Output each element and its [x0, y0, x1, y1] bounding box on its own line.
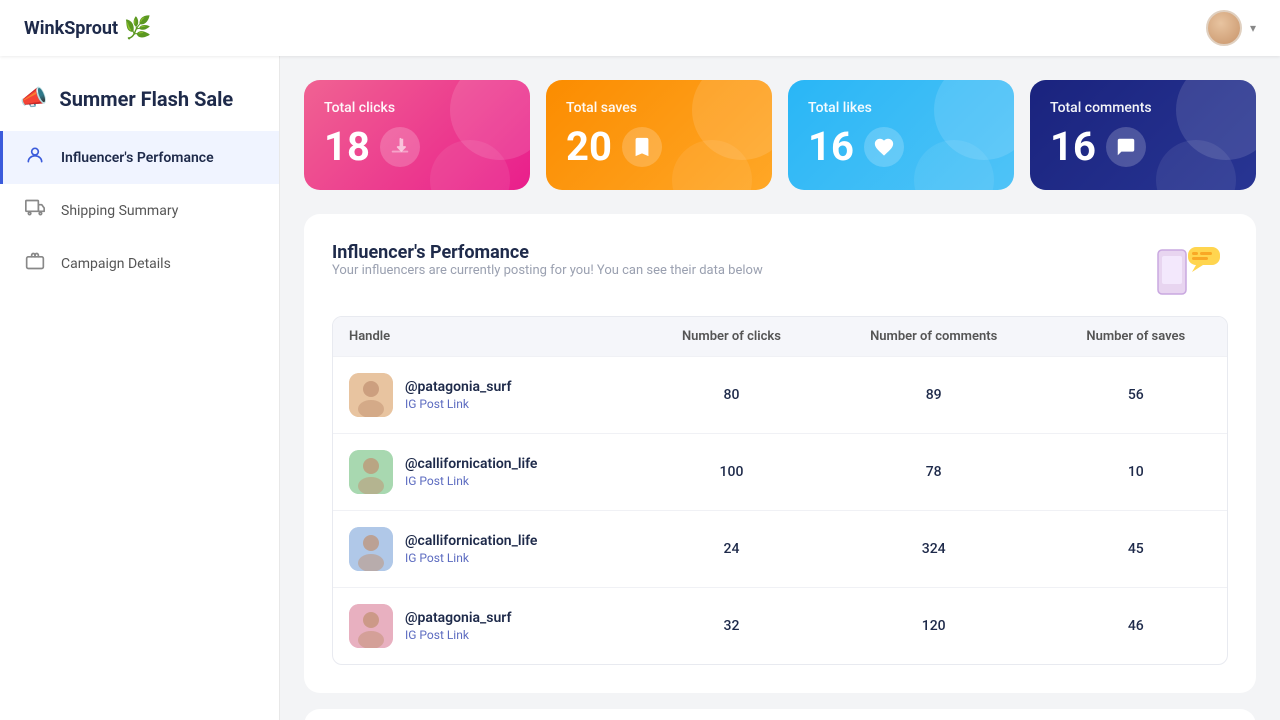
shipping-icon — [23, 198, 47, 223]
table-header-row: Handle Number of clicks Number of commen… — [333, 317, 1227, 357]
influencer-cell-3: @patagonia_surf IG Post Link — [333, 588, 640, 665]
saves-cell-2: 45 — [1045, 511, 1227, 588]
table-row: @callifornication_life IG Post Link 100 … — [333, 434, 1227, 511]
stat-label-saves: Total saves — [566, 100, 752, 116]
influencer-table: Handle Number of clicks Number of commen… — [332, 316, 1228, 665]
payments-panel: Influencer Payments Here are all your ea… — [304, 709, 1256, 720]
user-menu[interactable]: ▾ — [1206, 10, 1256, 46]
influencer-cell-2: @callifornication_life IG Post Link — [333, 511, 640, 588]
ig-post-link-3[interactable]: IG Post Link — [405, 628, 511, 642]
clicks-cell-3: 32 — [640, 588, 823, 665]
panel-subtitle: Your influencers are currently posting f… — [332, 263, 763, 278]
saves-icon-circle — [622, 127, 662, 167]
chevron-down-icon: ▾ — [1250, 21, 1256, 35]
sidebar: 📣 Summer Flash Sale Influencer's Perfoma… — [0, 56, 280, 720]
influencer-avatar-2 — [349, 527, 393, 571]
comments-cell-0: 89 — [823, 357, 1045, 434]
sidebar-item-campaign-details[interactable]: Campaign Details — [0, 237, 279, 290]
table-row: @patagonia_surf IG Post Link 80 89 56 — [333, 357, 1227, 434]
col-header-saves: Number of saves — [1045, 317, 1227, 357]
stat-value-likes: 16 — [808, 123, 854, 170]
saves-cell-3: 46 — [1045, 588, 1227, 665]
comments-cell-2: 324 — [823, 511, 1045, 588]
influencer-avatar-0 — [349, 373, 393, 417]
clicks-cell-0: 80 — [640, 357, 823, 434]
campaign-header: 📣 Summer Flash Sale — [0, 76, 279, 131]
saves-cell-1: 10 — [1045, 434, 1227, 511]
panel-title: Influencer's Perfomance — [332, 242, 763, 263]
stat-card-saves: Total saves 20 — [546, 80, 772, 190]
clicks-cell-1: 100 — [640, 434, 823, 511]
clicks-icon-circle — [380, 127, 420, 167]
stat-label-comments: Total comments — [1050, 100, 1236, 116]
likes-icon-circle — [864, 127, 904, 167]
performance-panel: Influencer's Perfomance Your influencers… — [304, 214, 1256, 693]
influencer-avatar-3 — [349, 604, 393, 648]
stats-row: Total clicks 18 Total saves 20 — [304, 80, 1256, 190]
logo: WinkSprout 🌿 — [24, 16, 152, 41]
influencer-cell-0: @patagonia_surf IG Post Link — [333, 357, 640, 434]
comments-icon-circle — [1106, 127, 1146, 167]
ig-post-link-1[interactable]: IG Post Link — [405, 474, 537, 488]
avatar — [1206, 10, 1242, 46]
sidebar-item-influencer-performance[interactable]: Influencer's Perfomance — [0, 131, 279, 184]
influencer-name-2: @callifornication_life — [405, 533, 537, 549]
influencer-avatar-1 — [349, 450, 393, 494]
clicks-cell-2: 24 — [640, 511, 823, 588]
stat-value-saves: 20 — [566, 123, 612, 170]
sidebar-item-shipping-summary[interactable]: Shipping Summary — [0, 184, 279, 237]
logo-text: WinkSprout — [24, 18, 118, 39]
comments-cell-1: 78 — [823, 434, 1045, 511]
ig-post-link-2[interactable]: IG Post Link — [405, 551, 537, 565]
panel-header: Influencer's Perfomance Your influencers… — [332, 242, 1228, 310]
logo-leaf-icon: 🌿 — [124, 16, 151, 41]
influencer-name-1: @callifornication_life — [405, 456, 537, 472]
campaign-title: Summer Flash Sale — [59, 87, 233, 111]
layout: 📣 Summer Flash Sale Influencer's Perfoma… — [0, 56, 1280, 720]
stat-card-likes: Total likes 16 — [788, 80, 1014, 190]
topbar: WinkSprout 🌿 ▾ — [0, 0, 1280, 56]
stat-card-comments: Total comments 16 — [1030, 80, 1256, 190]
campaign-icon: 📣 — [20, 86, 47, 111]
panel-header-left: Influencer's Perfomance Your influencers… — [332, 242, 763, 298]
campaign-details-icon — [23, 251, 47, 276]
stat-label-clicks: Total clicks — [324, 100, 510, 116]
influencer-name-3: @patagonia_surf — [405, 610, 511, 626]
influencer-name-0: @patagonia_surf — [405, 379, 511, 395]
col-header-comments: Number of comments — [823, 317, 1045, 357]
sidebar-item-label-shipping: Shipping Summary — [61, 203, 178, 219]
panel-illustration — [1148, 242, 1228, 310]
influencer-icon — [23, 145, 47, 170]
col-header-clicks: Number of clicks — [640, 317, 823, 357]
sidebar-item-label-campaign: Campaign Details — [61, 256, 171, 272]
table-row: @callifornication_life IG Post Link 24 3… — [333, 511, 1227, 588]
stat-value-comments: 16 — [1050, 123, 1096, 170]
sidebar-item-label-performance: Influencer's Perfomance — [61, 150, 214, 166]
comments-cell-3: 120 — [823, 588, 1045, 665]
col-header-handle: Handle — [333, 317, 640, 357]
stat-label-likes: Total likes — [808, 100, 994, 116]
stat-card-clicks: Total clicks 18 — [304, 80, 530, 190]
stat-value-clicks: 18 — [324, 123, 370, 170]
main-content: Total clicks 18 Total saves 20 — [280, 56, 1280, 720]
ig-post-link-0[interactable]: IG Post Link — [405, 397, 511, 411]
influencer-cell-1: @callifornication_life IG Post Link — [333, 434, 640, 511]
saves-cell-0: 56 — [1045, 357, 1227, 434]
table-row: @patagonia_surf IG Post Link 32 120 46 — [333, 588, 1227, 665]
